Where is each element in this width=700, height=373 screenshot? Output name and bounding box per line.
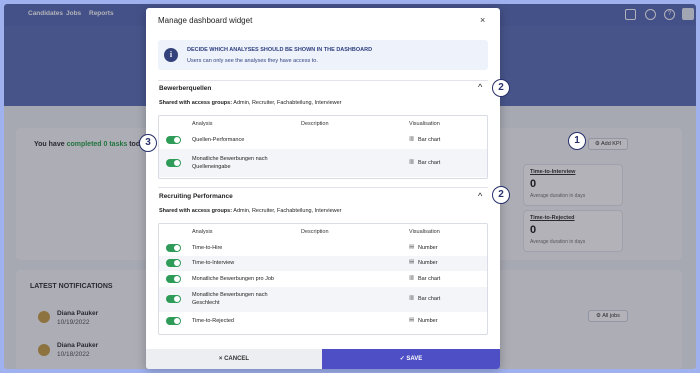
number-icon: ▤ xyxy=(409,259,415,265)
manage-widget-modal: Manage dashboard widget × i DECIDE WHICH… xyxy=(146,8,500,369)
info-heading: DECIDE WHICH ANALYSES SHOULD BE SHOWN IN… xyxy=(187,47,373,53)
analysis-name: Quellen-Performance xyxy=(192,137,245,143)
divider xyxy=(158,187,488,188)
close-icon[interactable]: × xyxy=(480,15,485,25)
table-row: Quellen-Performance ▥ Bar chart xyxy=(159,132,487,149)
visualisation-type: Bar chart xyxy=(418,296,441,302)
chevron-up-icon[interactable]: ^ xyxy=(478,82,482,92)
visualisation-type: Bar chart xyxy=(418,160,441,166)
table-row: Monatliche Bewerbungen nach Quelleneinga… xyxy=(159,149,487,177)
number-icon: ▤ xyxy=(409,317,415,323)
info-box: i DECIDE WHICH ANALYSES SHOULD BE SHOWN … xyxy=(158,40,488,70)
analysis-name: Time-to-Interview xyxy=(192,260,235,266)
section-title-recruiting-performance[interactable]: Recruiting Performance xyxy=(159,193,233,200)
toggle-switch[interactable] xyxy=(166,275,181,283)
bar-chart-icon: ▥ xyxy=(409,159,415,165)
visualisation-type: Bar chart xyxy=(418,276,441,282)
analysis-name: Monatliche Bewerbungen nach Geschlecht xyxy=(192,292,268,306)
analysis-name: Monatliche Bewerbungen nach Quelleneinga… xyxy=(192,156,268,170)
col-visualisation: Visualisation xyxy=(409,121,440,127)
annotation-marker-3: 3 xyxy=(139,134,157,152)
cancel-button[interactable]: × CANCEL xyxy=(146,349,322,369)
table-row: Time-to-Interview ▤ Number xyxy=(159,256,487,271)
info-icon: i xyxy=(164,48,178,62)
analysis-name: Monatliche Bewerbungen pro Job xyxy=(192,276,274,282)
modal-title: Manage dashboard widget xyxy=(158,16,253,25)
toggle-switch[interactable] xyxy=(166,259,181,267)
toggle-switch[interactable] xyxy=(166,244,181,252)
analysis-name: Time-to-Hire xyxy=(192,245,223,251)
shared-groups: Shared with access groups: Admin, Recrui… xyxy=(159,100,342,106)
visualisation-type: Number xyxy=(418,245,438,251)
save-button[interactable]: ✓ SAVE xyxy=(322,349,500,369)
col-description: Description xyxy=(301,229,329,235)
toggle-switch[interactable] xyxy=(166,317,181,325)
visualisation-type: Bar chart xyxy=(418,137,441,143)
table-row: Time-to-Hire ▤ Number xyxy=(159,241,487,256)
annotation-marker-2b: 2 xyxy=(492,186,510,204)
info-subtext: Users can only see the analyses they hav… xyxy=(187,58,318,64)
bar-chart-icon: ▥ xyxy=(409,136,415,142)
section-title-bewerberquellen[interactable]: Bewerberquellen xyxy=(159,85,211,92)
toggle-switch[interactable] xyxy=(166,159,181,167)
table-row: Monatliche Bewerbungen nach Geschlecht ▥… xyxy=(159,287,487,312)
visualisation-type: Number xyxy=(418,318,438,324)
shared-groups: Shared with access groups: Admin, Recrui… xyxy=(159,208,342,214)
bar-chart-icon: ▥ xyxy=(409,295,415,301)
visualisation-type: Number xyxy=(418,260,438,266)
toggle-switch[interactable] xyxy=(166,295,181,303)
number-icon: ▤ xyxy=(409,244,415,250)
annotation-marker-1: 1 xyxy=(568,132,586,150)
chevron-up-icon[interactable]: ^ xyxy=(478,191,482,201)
table-row: Time-to-Rejected ▤ Number xyxy=(159,312,487,330)
analysis-table-recruiting-performance: Analysis Description Visualisation Time-… xyxy=(158,223,488,335)
table-row: Monatliche Bewerbungen pro Job ▥ Bar cha… xyxy=(159,271,487,287)
analysis-table-bewerberquellen: Analysis Description Visualisation Quell… xyxy=(158,115,488,179)
divider xyxy=(158,80,488,81)
col-description: Description xyxy=(301,121,329,127)
col-analysis: Analysis xyxy=(192,121,213,127)
analysis-name: Time-to-Rejected xyxy=(192,318,234,324)
bar-chart-icon: ▥ xyxy=(409,275,415,281)
col-visualisation: Visualisation xyxy=(409,229,440,235)
col-analysis: Analysis xyxy=(192,229,213,235)
toggle-switch[interactable] xyxy=(166,136,181,144)
annotation-marker-2: 2 xyxy=(492,79,510,97)
